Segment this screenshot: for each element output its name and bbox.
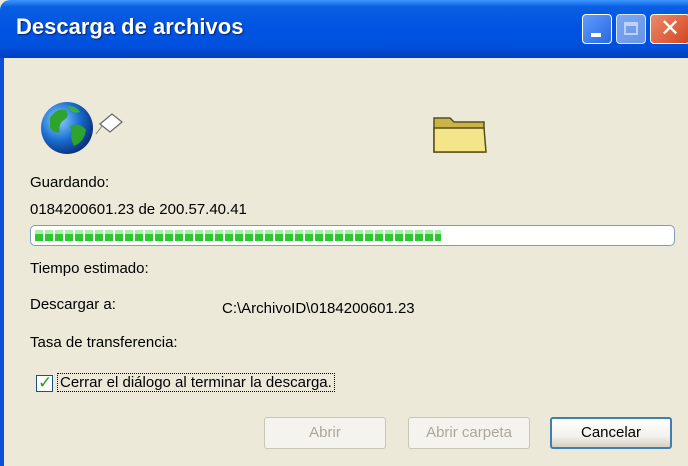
download-to-path: C:\ArchivoID\0184200601.23 [222, 300, 415, 317]
transfer-rate-label: Tasa de transferencia: [30, 334, 178, 351]
file-download-dialog: Descarga de archivos ✕ Guardando: 018420… [0, 0, 688, 466]
open-folder-button[interactable]: Abrir carpeta [408, 417, 530, 449]
title-bar[interactable]: Descarga de archivos ✕ [0, 0, 688, 58]
saving-label: Guardando: [30, 174, 110, 191]
close-on-finish-checkbox[interactable]: ✓ [36, 373, 53, 392]
window-frame [0, 58, 4, 466]
estimated-time-label: Tiempo estimado: [30, 260, 149, 277]
minimize-icon [591, 33, 601, 37]
cancel-button[interactable]: Cancelar [550, 417, 672, 449]
window-title: Descarga de archivos [16, 14, 244, 39]
globe-with-document-icon [41, 102, 123, 154]
close-on-finish-label[interactable]: Cerrar el diálogo al terminar la descarg… [57, 373, 335, 392]
checkmark-icon: ✓ [38, 373, 53, 392]
saving-value: 0184200601.23 de 200.57.40.41 [30, 201, 247, 218]
folder-icon [433, 117, 487, 153]
progress-fill [35, 230, 441, 241]
maximize-icon [624, 22, 638, 35]
maximize-button[interactable] [616, 14, 646, 44]
close-button[interactable]: ✕ [650, 14, 688, 44]
close-icon: ✕ [660, 15, 681, 42]
download-to-label: Descargar a: [30, 296, 116, 313]
minimize-button[interactable] [582, 14, 612, 44]
download-progress-bar [30, 225, 675, 246]
open-button[interactable]: Abrir [264, 417, 386, 449]
